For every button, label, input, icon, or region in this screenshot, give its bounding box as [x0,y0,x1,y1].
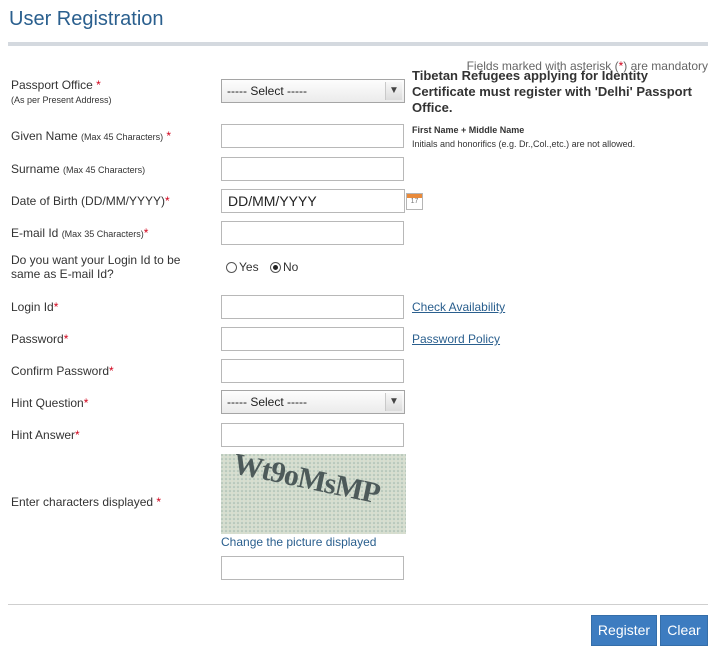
hint-question-selected-value: ----- Select ----- [227,395,307,409]
confirm-password-input[interactable] [221,359,404,383]
password-label-text: Password [11,332,64,346]
email-hint: (Max 35 Characters) [61,229,144,239]
captcha-image-graphic: Wt9oMsMP [221,454,406,534]
confirm-password-label-text: Confirm Password [11,364,110,378]
given-name-hint: (Max 45 Characters) [81,132,164,142]
required-asterisk: * [53,300,59,314]
required-asterisk: * [83,396,89,410]
hint-answer-label-text: Hint Answer [11,428,76,442]
dob-input[interactable]: DD/MM/YYYY [221,189,405,213]
login-same-label-line2: same as E-mail Id? [11,267,114,281]
password-label: Password* [11,332,68,346]
chevron-down-icon: ▼ [385,393,402,411]
captcha-label: Enter characters displayed * [11,495,161,509]
surname-label: Surname (Max 45 Characters) [11,162,145,177]
hint-answer-label: Hint Answer* [11,428,80,442]
surname-label-text: Surname [11,162,60,176]
login-id-label-text: Login Id [11,300,54,314]
required-asterisk: * [166,129,172,143]
register-button[interactable]: Register [591,615,657,646]
passport-office-selected-value: ----- Select ----- [227,84,307,98]
required-asterisk: * [156,495,162,509]
check-availability-link[interactable]: Check Availability [412,300,505,314]
change-captcha-link[interactable]: Change the picture displayed [221,535,376,549]
calendar-icon-day: 17 [410,198,419,205]
login-same-label-line1: Do you want your Login Id to be [11,253,181,267]
login-same-yes-radio[interactable]: Yes [226,260,259,274]
required-asterisk: * [96,78,101,92]
hint-answer-input[interactable] [221,423,404,447]
passport-office-select[interactable]: ----- Select ----- ▼ [221,79,405,103]
given-name-note-text: Initials and honorifics (e.g. Dr.,Col.,e… [412,139,636,149]
footer-divider [8,604,708,605]
login-same-no-label: No [283,260,299,274]
login-same-label: Do you want your Login Id to be same as … [11,253,180,281]
given-name-note: First Name + Middle Name Initials and ho… [412,123,635,151]
required-asterisk: * [75,428,80,442]
given-name-label-text: Given Name [11,129,78,143]
dob-label-text: Date of Birth (DD/MM/YYYY) [11,194,166,208]
passport-office-label: Passport Office * (As per Present Addres… [11,78,112,107]
hint-question-select[interactable]: ----- Select ----- ▼ [221,390,405,414]
email-input[interactable] [221,221,404,245]
chevron-down-icon: ▼ [385,82,402,100]
passport-office-sublabel: (As per Present Address) [11,95,112,105]
given-name-label: Given Name (Max 45 Characters) * [11,129,171,144]
surname-hint: (Max 45 Characters) [63,165,146,175]
radio-checked-icon [270,262,281,273]
confirm-password-label: Confirm Password* [11,364,114,378]
captcha-label-text: Enter characters displayed [11,495,154,509]
calendar-icon[interactable]: 17 [406,193,423,210]
login-same-yes-label: Yes [239,260,259,274]
page-title: User Registration [9,8,164,30]
captcha-image: Wt9oMsMP [221,454,406,534]
given-name-note-title: First Name + Middle Name [412,125,525,135]
required-asterisk: * [63,332,69,346]
dob-label: Date of Birth (DD/MM/YYYY)* [11,194,170,208]
given-name-input[interactable] [221,124,404,148]
title-divider [8,42,708,46]
password-input[interactable] [221,327,404,351]
surname-input[interactable] [221,157,404,181]
hint-question-label-text: Hint Question [11,396,84,410]
required-asterisk: * [143,226,149,240]
passport-office-label-text: Passport Office [11,78,93,92]
required-asterisk: * [165,194,170,208]
login-id-label: Login Id* [11,300,58,314]
required-asterisk: * [109,364,114,378]
tibetan-refugees-note: Tibetan Refugees applying for Identity C… [412,68,692,115]
captcha-input[interactable] [221,556,404,580]
email-label: E-mail Id (Max 35 Characters)* [11,226,148,241]
clear-button[interactable]: Clear [660,615,708,646]
hint-question-label: Hint Question* [11,396,88,410]
login-same-no-radio[interactable]: No [270,260,298,274]
radio-unchecked-icon [226,262,237,273]
email-label-text: E-mail Id [11,226,59,240]
login-id-input[interactable] [221,295,404,319]
password-policy-link[interactable]: Password Policy [412,332,500,346]
